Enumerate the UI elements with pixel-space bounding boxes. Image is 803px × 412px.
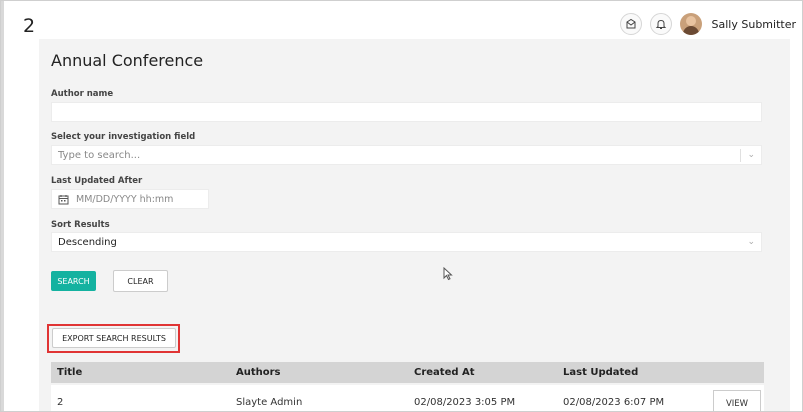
column-last-updated[interactable]: Last Updated: [563, 367, 638, 378]
search-button[interactable]: SEARCH: [51, 271, 96, 291]
last-updated-date-input[interactable]: MM/DD/YYYY hh:mm: [51, 189, 209, 209]
row-last-updated: 02/08/2023 6:07 PM: [563, 397, 665, 408]
bell-icon: [655, 19, 666, 29]
row-title: 2: [57, 397, 64, 408]
avatar[interactable]: [679, 13, 702, 35]
select-separator: [740, 149, 741, 162]
sort-results-select[interactable]: Descending ⌄: [51, 232, 762, 252]
inbox-icon: [626, 18, 636, 29]
author-name-label: Author name: [51, 89, 114, 99]
column-created-at[interactable]: Created At: [414, 367, 475, 378]
investigation-field-label: Select your investigation field: [51, 132, 196, 142]
column-authors[interactable]: Authors: [236, 367, 281, 378]
notifications-button[interactable]: [649, 13, 672, 35]
chevron-down-icon[interactable]: ⌄: [747, 237, 755, 248]
user-name[interactable]: Sally Submitter: [712, 18, 796, 31]
left-border: [1, 1, 4, 411]
page-title: Annual Conference: [51, 51, 204, 70]
results-table-header: Title Authors Created At Last Updated: [51, 362, 764, 383]
sort-results-value: Descending: [58, 237, 117, 248]
view-button[interactable]: VIEW: [713, 390, 761, 411]
last-updated-label: Last Updated After: [51, 176, 143, 186]
main-content: Annual Conference Author name Select you…: [39, 39, 790, 411]
chevron-down-icon[interactable]: ⌄: [747, 150, 755, 161]
page-counter: 2: [23, 15, 36, 37]
inbox-button[interactable]: [619, 13, 642, 35]
clear-button[interactable]: CLEAR: [113, 270, 168, 292]
row-created-at: 02/08/2023 3:05 PM: [414, 397, 516, 408]
mouse-cursor-icon: [443, 267, 453, 281]
calendar-icon[interactable]: [54, 190, 72, 208]
row-authors: Slayte Admin: [236, 397, 303, 408]
date-placeholder: MM/DD/YYYY hh:mm: [76, 193, 174, 205]
app-window: 2 Sally Submitter Annual Conference Auth…: [0, 0, 803, 412]
export-search-results-button[interactable]: EXPORT SEARCH RESULTS: [52, 328, 176, 348]
investigation-field-select[interactable]: Type to search... ⌄: [51, 145, 762, 165]
user-toolbar: Sally Submitter: [619, 13, 796, 35]
column-title[interactable]: Title: [57, 367, 82, 378]
author-name-input[interactable]: [51, 102, 762, 122]
investigation-field-placeholder: Type to search...: [58, 150, 141, 161]
table-row: 2 Slayte Admin 02/08/2023 3:05 PM 02/08/…: [51, 385, 764, 411]
sort-results-label: Sort Results: [51, 220, 110, 230]
